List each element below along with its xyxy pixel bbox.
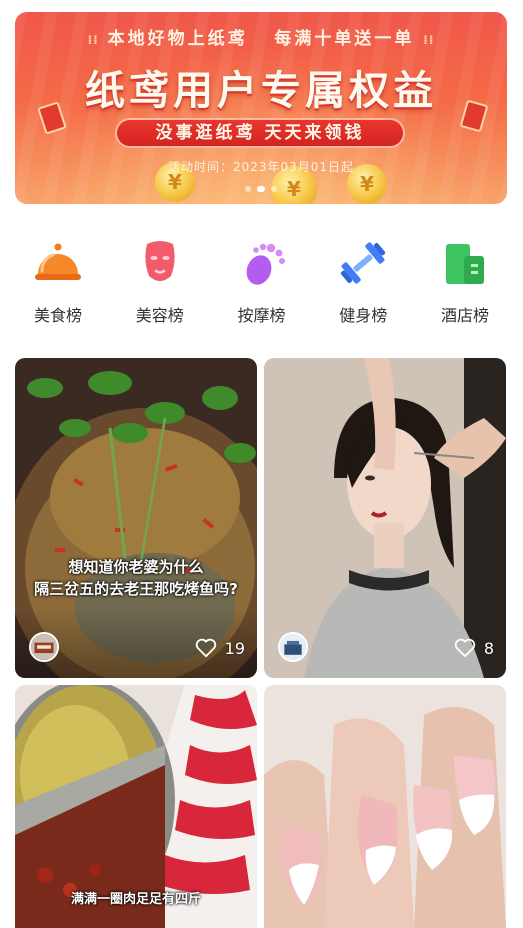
manicure-photo	[264, 685, 506, 928]
category-label: 美食榜	[33, 306, 82, 325]
like-counter[interactable]: 19	[195, 638, 245, 658]
foot-icon	[246, 243, 285, 285]
category-food[interactable]: 美食榜	[8, 238, 108, 328]
dumbbell-icon	[341, 242, 386, 284]
restaurant-avatar	[31, 634, 57, 660]
decor-dots: ⁞⁞	[423, 33, 435, 47]
salon-avatar	[280, 634, 306, 660]
category-massage[interactable]: 按摩榜	[212, 238, 312, 328]
activity-time: 活动时间：2023年03月01日起	[167, 160, 355, 174]
category-label: 酒店榜	[440, 306, 489, 325]
avatar[interactable]	[278, 632, 308, 662]
feed-caption: 想知道你老婆为什么 隔三岔五的去老王那吃烤鱼吗?	[21, 556, 251, 600]
like-counter[interactable]: 8	[454, 638, 494, 658]
heart-icon	[454, 638, 475, 658]
feed-card[interactable]	[264, 685, 506, 928]
banner-slogan-left: 本地好物上纸鸢	[107, 29, 248, 49]
heart-icon	[195, 638, 216, 658]
carousel-dot[interactable]	[245, 186, 251, 192]
like-count: 8	[483, 638, 494, 658]
category-hotel[interactable]: 酒店榜	[415, 238, 515, 328]
promo-banner[interactable]: ¥ ¥ ¥ ⁞⁞ 本地好物上纸鸢 每满十单送一单 ⁞⁞ 纸鸢用户专属权益 没事逛…	[15, 12, 507, 204]
feed-card[interactable]: 8	[264, 358, 506, 678]
feed-caption: 满满一圈肉足足有四斤	[70, 892, 201, 907]
banner-headline: 纸鸢用户专属权益	[85, 68, 437, 114]
food-cloche-icon	[35, 243, 81, 280]
feed-card[interactable]: 满满一圈肉足足有四斤	[15, 685, 257, 928]
carousel-dot[interactable]	[271, 186, 277, 192]
carousel-dot-active[interactable]	[257, 186, 265, 192]
caption-line-2: 隔三岔五的去老王那吃烤鱼吗?	[34, 580, 238, 598]
category-label: 健身榜	[339, 306, 388, 325]
hotel-building-icon	[446, 244, 484, 284]
like-count: 19	[224, 638, 245, 658]
category-label: 按摩榜	[237, 306, 286, 325]
caption-line-1: 想知道你老婆为什么	[68, 558, 204, 576]
banner-slogan-right: 每满十单送一单	[274, 29, 415, 49]
decor-dots: ⁞⁞	[87, 33, 99, 47]
category-nav: 美食榜 美容榜 按摩榜 健身榜 酒店榜	[8, 238, 515, 328]
carousel-indicator[interactable]	[15, 186, 507, 192]
category-fitness[interactable]: 健身榜	[313, 238, 413, 328]
banner-pill: 没事逛纸鸢 天天来领钱	[115, 118, 405, 148]
category-beauty[interactable]: 美容榜	[110, 238, 210, 328]
avatar[interactable]	[29, 632, 59, 662]
haircut-photo	[264, 358, 506, 678]
category-label: 美容榜	[135, 306, 184, 325]
feed-card[interactable]: 想知道你老婆为什么 隔三岔五的去老王那吃烤鱼吗? 19	[15, 358, 257, 678]
face-mask-icon	[145, 241, 175, 281]
banner-top-line: ⁞⁞ 本地好物上纸鸢 每满十单送一单 ⁞⁞	[15, 24, 507, 49]
